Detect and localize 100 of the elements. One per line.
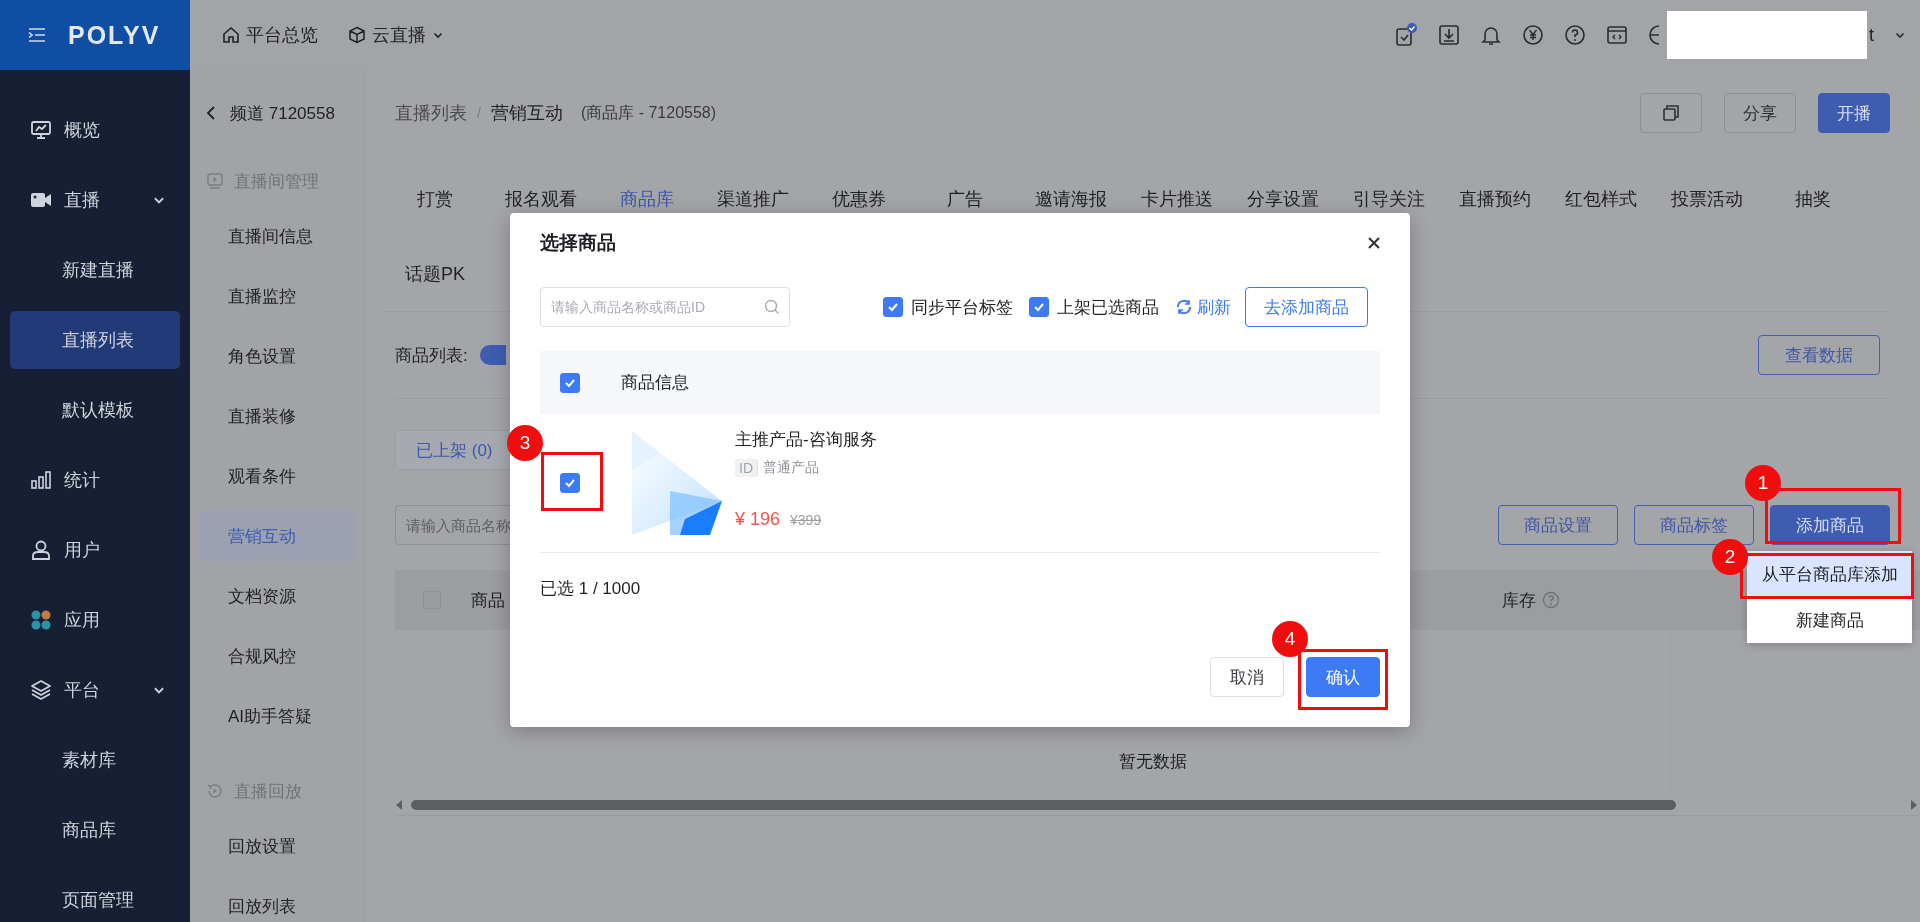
sidebar-item[interactable]: 统计 <box>10 445 180 515</box>
checkbox-label: 上架已选商品 <box>1057 296 1159 319</box>
tab[interactable]: 引导关注 <box>1353 186 1425 211</box>
id-tag: ID <box>735 459 758 477</box>
add-product-button[interactable]: 去添加商品 <box>1245 287 1368 327</box>
subnav-item[interactable]: 回放设置 <box>200 816 354 876</box>
help-icon <box>1542 591 1560 609</box>
monitor-icon <box>30 119 52 141</box>
user-name[interactable]: t <box>1869 24 1874 46</box>
menu-icon[interactable] <box>28 27 46 43</box>
checkbox[interactable] <box>883 297 903 317</box>
tab[interactable]: 渠道推广 <box>717 186 789 211</box>
copy-button[interactable] <box>1640 93 1702 133</box>
globe-icon[interactable] <box>1648 24 1659 46</box>
bar-chart-icon <box>30 469 52 491</box>
sidebar-item[interactable]: 默认模板 <box>10 375 180 445</box>
task-check-icon[interactable] <box>1394 23 1418 47</box>
help-icon[interactable] <box>1564 24 1586 46</box>
sidebar-item[interactable]: 新建直播 <box>10 235 180 305</box>
cancel-button[interactable]: 取消 <box>1210 657 1284 697</box>
subnav-item[interactable]: 直播监控 <box>200 266 354 326</box>
subnav-item[interactable]: 合规风控 <box>200 626 354 686</box>
breadcrumb-item[interactable]: 直播列表 <box>395 101 467 125</box>
breadcrumb-separator: / <box>477 105 481 121</box>
yuan-icon[interactable] <box>1522 24 1544 46</box>
subnav-item[interactable]: 回放列表 <box>200 876 354 922</box>
play-screen-icon <box>206 172 224 190</box>
sidebar-item[interactable]: 平台 <box>10 655 180 725</box>
checkbox[interactable] <box>560 372 580 393</box>
tab[interactable]: 直播预约 <box>1459 186 1531 211</box>
tab[interactable]: 报名观看 <box>505 186 577 211</box>
breadcrumb-note: (商品库 - 7120558) <box>580 102 717 123</box>
scroll-left-icon[interactable] <box>395 799 403 811</box>
code-window-icon[interactable] <box>1606 24 1628 46</box>
column-header: 商品信息 <box>621 372 689 394</box>
refresh-icon <box>1175 298 1193 316</box>
top-nav-link[interactable]: 云直播 <box>348 23 444 47</box>
confirm-button[interactable]: 确认 <box>1306 657 1380 697</box>
sidebar-item[interactable]: 商品库 <box>10 795 180 865</box>
tab[interactable]: 广告 <box>947 186 983 211</box>
refresh-link[interactable]: 刷新 <box>1175 295 1231 319</box>
user-icon <box>30 539 52 561</box>
bell-icon[interactable] <box>1480 24 1502 46</box>
product-list-label: 商品列表: <box>395 344 468 367</box>
check-icon <box>564 477 576 489</box>
menu-item[interactable]: 新建商品 <box>1747 597 1912 643</box>
top-nav-link[interactable]: 平台总览 <box>222 23 318 47</box>
column-header: 商品 <box>471 589 505 612</box>
empty-message: 暂无数据 <box>1118 751 1187 773</box>
subnav-item[interactable]: 直播间信息 <box>200 206 354 266</box>
share-button[interactable]: 分享 <box>1724 93 1796 133</box>
tab[interactable]: 投票活动 <box>1671 186 1743 211</box>
cube-icon <box>348 26 366 44</box>
sidebar-item[interactable]: 素材库 <box>10 725 180 795</box>
close-icon[interactable] <box>1366 235 1382 251</box>
replay-icon <box>206 782 224 800</box>
sidebar-item[interactable]: 直播列表 <box>10 311 180 369</box>
download-icon[interactable] <box>1438 24 1460 46</box>
product-name: 主推产品-咨询服务 <box>735 429 877 451</box>
copy-icon <box>1662 104 1680 122</box>
selected-count: 已选 1 / 1000 <box>540 578 642 600</box>
scroll-right-icon[interactable] <box>1910 799 1918 811</box>
tab[interactable]: 红包样式 <box>1565 186 1637 211</box>
tab[interactable]: 话题PK <box>405 261 465 286</box>
sidebar-item[interactable]: 应用 <box>10 585 180 655</box>
subnav-item[interactable]: 文档资源 <box>200 566 354 626</box>
tab[interactable]: 卡片推送 <box>1141 186 1213 211</box>
subnav-item[interactable]: 角色设置 <box>200 326 354 386</box>
tab[interactable]: 抽奖 <box>1795 186 1831 211</box>
step-number: 1 <box>1745 465 1781 501</box>
back-icon <box>206 106 216 120</box>
step-number: 2 <box>1712 539 1748 575</box>
price: ¥ 196 <box>735 509 781 530</box>
highlight-frame <box>541 452 603 511</box>
checkbox-label: 同步平台标签 <box>911 296 1013 319</box>
tab[interactable]: 邀请海报 <box>1035 186 1107 211</box>
sidebar-item[interactable]: 用户 <box>10 515 180 585</box>
check-icon <box>1033 301 1045 313</box>
logo: POLYV <box>68 20 161 50</box>
sidebar-item[interactable]: 页面管理 <box>10 865 180 922</box>
subnav-item[interactable]: AI助手答疑 <box>200 686 354 746</box>
toggle-switch[interactable] <box>479 345 506 365</box>
back-link[interactable]: 频道 7120558 <box>200 90 354 136</box>
layers-icon <box>30 679 52 701</box>
start-button[interactable]: 开播 <box>1818 93 1890 133</box>
subnav-item[interactable]: 观看条件 <box>200 446 354 506</box>
tab[interactable]: 优惠券 <box>832 186 886 211</box>
add-product-button[interactable]: 添加商品 <box>1770 505 1890 545</box>
tab[interactable]: 分享设置 <box>1247 186 1319 211</box>
tab[interactable]: 打赏 <box>417 186 453 211</box>
sidebar-item[interactable]: 概览 <box>10 95 180 165</box>
checkbox[interactable] <box>1029 297 1049 317</box>
home-icon <box>222 26 240 44</box>
dialog-title: 选择商品 <box>540 231 616 255</box>
check-icon <box>887 301 899 313</box>
product-type: 普通产品 <box>763 459 819 477</box>
sidebar-item[interactable]: 直播 <box>10 165 180 235</box>
menu-item[interactable]: 从平台商品库添加 <box>1747 551 1912 597</box>
checkbox[interactable] <box>560 473 580 493</box>
subnav-item[interactable]: 直播装修 <box>200 386 354 446</box>
